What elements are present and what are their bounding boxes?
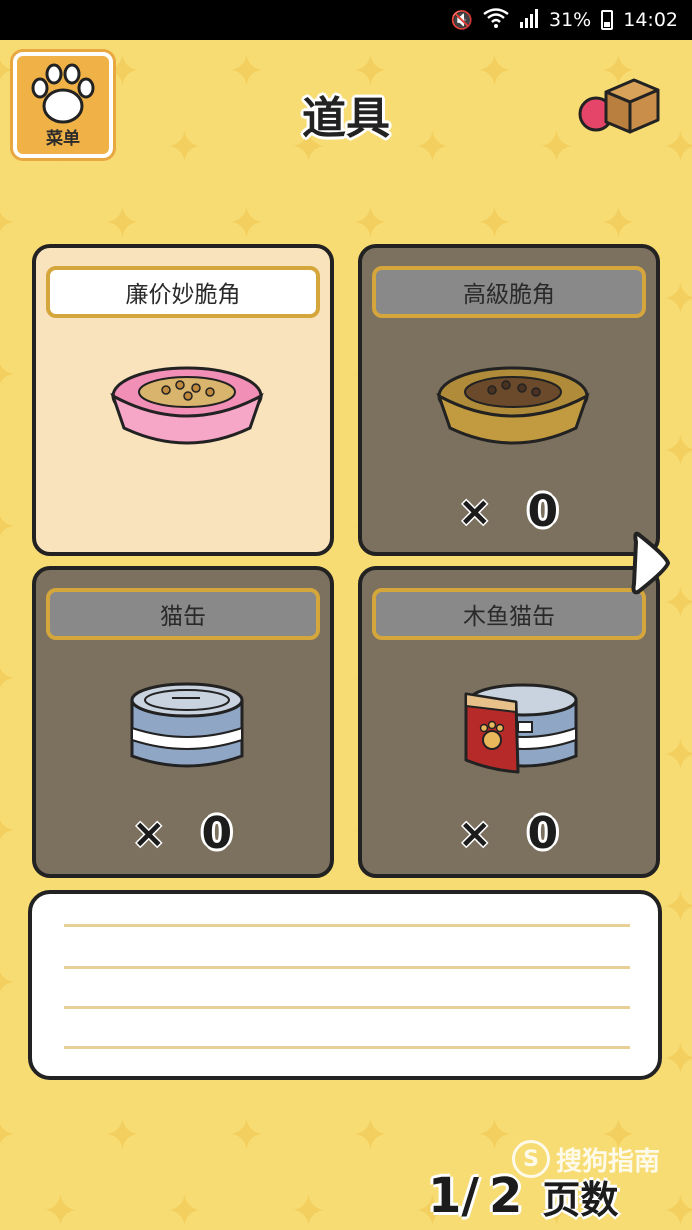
paw-pattern-icon: ✦ xyxy=(476,198,513,249)
item-name-label: 木鱼猫缶 xyxy=(372,588,646,640)
item-card-bonito-can[interactable]: 木鱼猫缶 × 0 xyxy=(358,566,660,878)
paw-pattern-icon: ✦ xyxy=(228,1110,265,1161)
multiply-icon: × xyxy=(132,810,166,857)
item-name-label: 廉价妙脆角 xyxy=(46,266,320,318)
gold-food-bowl-icon xyxy=(436,366,590,445)
battery-icon xyxy=(601,10,614,30)
ruled-line xyxy=(64,1006,630,1009)
item-quantity: 0 xyxy=(527,486,559,537)
paw-pattern-icon: ✦ xyxy=(0,658,17,702)
wifi-icon xyxy=(483,7,509,33)
paw-pattern-icon: ✦ xyxy=(42,1186,79,1230)
paw-pattern-icon: ✦ xyxy=(352,1110,389,1161)
paw-pattern-icon: ✦ xyxy=(0,1114,17,1158)
signal-icon xyxy=(519,8,539,33)
item-card-high-quality-bitz[interactable]: 高級脆角 × 0 xyxy=(358,244,660,556)
paw-pattern-icon: ✦ xyxy=(104,1110,141,1161)
paw-pattern-icon: ✦ xyxy=(662,274,692,325)
item-count: × 0 xyxy=(458,808,558,859)
item-count: × 0 xyxy=(458,486,558,537)
total-pages: 2 xyxy=(488,1168,523,1224)
paw-pattern-icon: ✦ xyxy=(0,202,17,246)
bonito-can-icon xyxy=(464,683,578,774)
current-page: 1/ xyxy=(428,1168,479,1224)
clock: 14:02 xyxy=(623,9,678,31)
status-bar: 🔇 31% 14:02 xyxy=(0,0,692,40)
ruled-line xyxy=(64,1046,630,1049)
item-name-label: 高級脆角 xyxy=(372,266,646,318)
paw-pattern-icon: ✦ xyxy=(662,1186,692,1230)
paw-pattern-icon: ✦ xyxy=(0,506,17,550)
paw-pattern-icon: ✦ xyxy=(662,1034,692,1085)
goodies-switch-button[interactable] xyxy=(576,74,662,138)
pagination: 1/ 2 页数 xyxy=(428,1168,618,1224)
paw-pattern-icon: ✦ xyxy=(0,810,17,854)
paw-pattern-icon: ✦ xyxy=(476,1110,513,1161)
paw-pattern-icon: ✦ xyxy=(662,882,692,933)
item-name-label: 猫缶 xyxy=(46,588,320,640)
paw-pattern-icon: ✦ xyxy=(0,962,17,1006)
item-card-cheap-frisky-bitz[interactable]: 廉价妙脆角 xyxy=(32,244,334,556)
ruled-line xyxy=(64,966,630,969)
item-quantity: 0 xyxy=(201,808,233,859)
ball-and-box-icon xyxy=(578,78,660,134)
item-card-cat-can[interactable]: 猫缶 × 0 xyxy=(32,566,334,878)
item-quantity: 0 xyxy=(527,808,559,859)
paw-pattern-icon: ✦ xyxy=(0,354,17,398)
paw-pattern-icon: ✦ xyxy=(352,198,389,249)
paw-pattern-icon: ✦ xyxy=(166,1186,203,1230)
mute-icon: 🔇 xyxy=(450,9,473,31)
pink-food-bowl-icon xyxy=(110,366,264,445)
item-count: × 0 xyxy=(132,808,232,859)
paw-pattern-icon: ✦ xyxy=(104,198,141,249)
paw-pattern-icon: ✦ xyxy=(662,426,692,477)
multiply-icon: × xyxy=(458,488,492,535)
item-description-box xyxy=(28,890,662,1080)
paw-pattern-icon: ✦ xyxy=(290,1186,327,1230)
paw-pattern-icon: ✦ xyxy=(228,198,265,249)
pages-label: 页数 xyxy=(542,1178,619,1222)
multiply-icon: × xyxy=(458,810,492,857)
next-page-arrow-icon[interactable] xyxy=(630,528,674,598)
ruled-line xyxy=(64,924,630,927)
cat-food-can-icon xyxy=(130,682,244,768)
battery-percent: 31% xyxy=(549,9,592,31)
paw-pattern-icon: ✦ xyxy=(662,730,692,781)
paw-pattern-icon: ✦ xyxy=(600,198,637,249)
